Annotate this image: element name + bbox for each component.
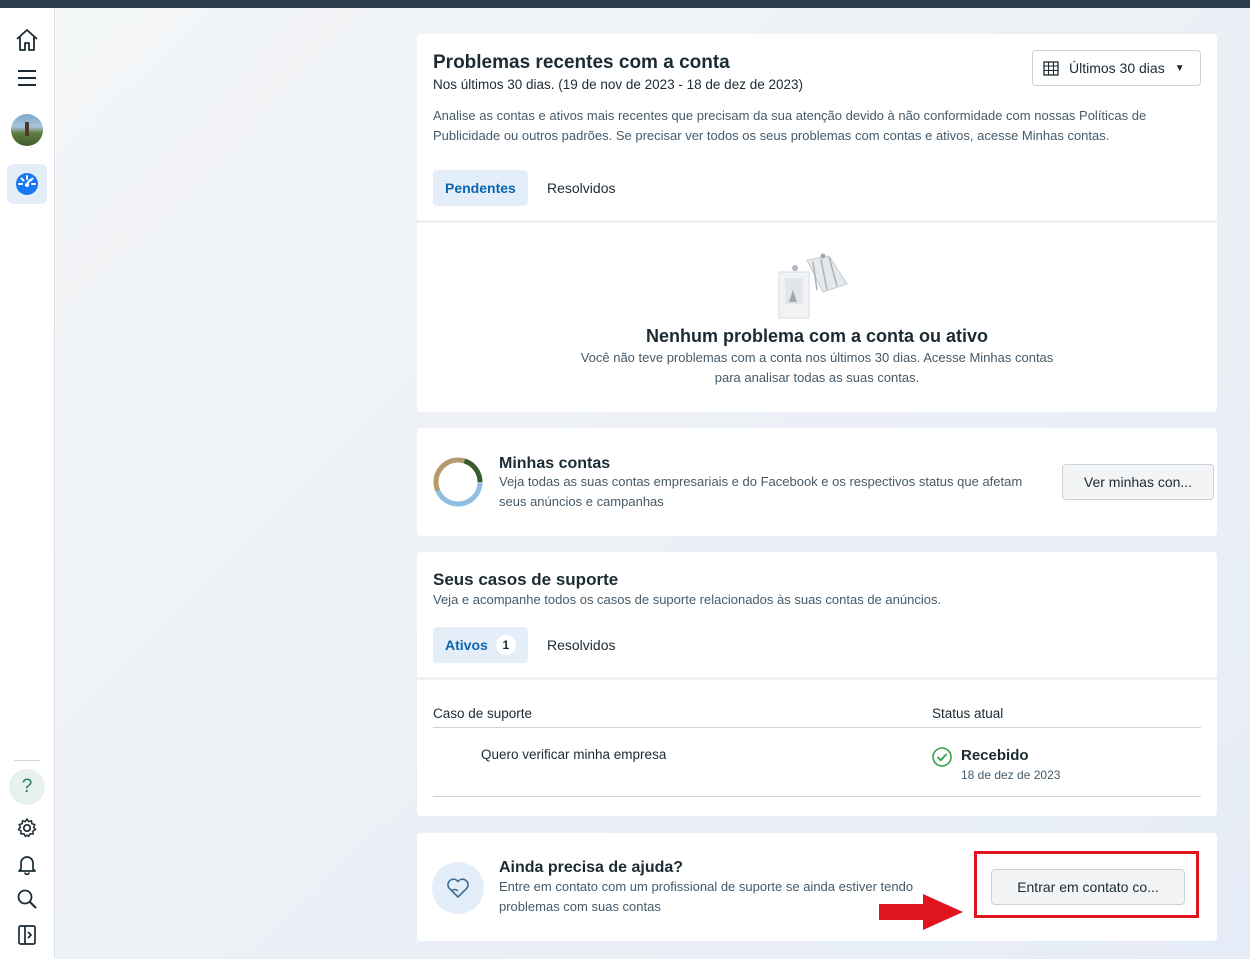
support-subtitle: Veja e acompanhe todos os casos de supor… [433,592,942,607]
help-heart-badge [432,862,484,914]
avatar [11,114,43,146]
support-cases-card: Seus casos de suporte Veja e acompanhe t… [417,552,1217,816]
case-title: Quero verificar minha empresa [481,747,667,762]
help-icon: ? [21,776,33,797]
left-navigation: ? [0,8,55,959]
empty-state-text: Você não teve problemas com a conta nos … [580,350,1054,385]
status-label: Recebido [961,747,1029,764]
tab-resolvidos[interactable]: Resolvidos [535,170,627,206]
tab-ativos-label: Ativos [445,637,488,653]
bell-icon [18,856,36,875]
account-quality-button[interactable] [7,164,47,204]
count-badge: 1 [495,635,516,655]
support-tabs-divider [417,677,1217,680]
row-divider [433,796,1201,797]
issues-description: Analise as contas e ativos mais recentes… [433,108,1147,143]
account-avatar-button[interactable] [7,110,47,150]
help-title: Ainda precisa de ajuda? [499,859,684,876]
home-icon [16,29,38,51]
panel-icon [18,925,36,945]
menu-icon [18,70,36,86]
date-range-label: Últimos 30 dias [1069,60,1165,76]
help-button[interactable]: ? [9,769,45,805]
tab-pendentes[interactable]: Pendentes [433,170,528,206]
tab-ativos[interactable]: Ativos 1 [433,627,528,663]
top-bar [0,0,1250,8]
issues-title: Problemas recentes com a conta [433,52,730,73]
issues-subtitle: Nos últimos 30 dias. (19 de nov de 2023 … [433,77,803,92]
empty-state-title: Nenhum problema com a conta ou ativo [645,326,989,346]
my-accounts-card: Minhas contas Veja todas as suas contas … [417,428,1217,536]
status-date: 18 de dez de 2023 [961,768,1061,782]
support-title: Seus casos de suporte [433,570,619,589]
expand-panel-button[interactable] [7,915,47,955]
check-circle-icon [932,747,952,767]
heart-hand-icon [447,878,469,898]
column-header-case: Caso de suporte [433,706,533,721]
empty-state-illustration [778,253,848,319]
search-button[interactable] [7,879,47,919]
date-range-dropdown[interactable]: Últimos 30 dias ▼ [1032,50,1201,86]
table-row[interactable]: Quero verificar minha empresa Recebido 1… [433,728,1201,796]
calendar-icon [1043,61,1059,76]
tab-resolvidos-support[interactable]: Resolvidos [535,627,627,663]
accounts-description: Veja todas as suas contas empresariais e… [499,474,1023,509]
accounts-avatar-ring [433,457,483,507]
menu-button[interactable] [7,58,47,98]
annotation-highlight-box [974,851,1199,918]
search-icon [17,889,37,909]
caret-down-icon: ▼ [1174,62,1185,74]
accounts-title: Minhas contas [499,455,611,472]
dashboard-icon [16,173,38,195]
view-my-accounts-button[interactable]: Ver minhas con... [1062,464,1214,500]
column-header-status: Status atual [932,706,1004,721]
nav-divider [14,760,40,761]
settings-icon [17,818,37,838]
home-button[interactable] [7,20,47,60]
recent-issues-card: Problemas recentes com a conta Nos últim… [417,34,1217,412]
notifications-button[interactable] [7,844,47,884]
settings-button[interactable] [7,808,47,848]
tabs-divider [417,220,1217,223]
annotation-arrow-icon [879,894,963,930]
